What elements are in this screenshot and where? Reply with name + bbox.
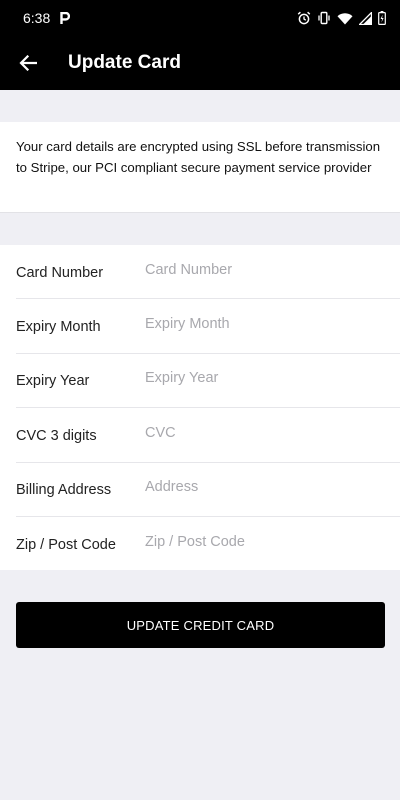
vibrate-icon: [317, 11, 331, 25]
app-bar: Update Card: [0, 36, 400, 90]
expiry-year-label: Expiry Year: [16, 373, 90, 390]
update-credit-card-button[interactable]: UPDATE CREDIT CARD: [16, 602, 385, 648]
wifi-icon: [337, 12, 353, 25]
expiry-year-input[interactable]: [145, 358, 400, 399]
billing-address-label: Billing Address: [16, 482, 112, 499]
signal-icon: [359, 11, 372, 25]
zip-code-input[interactable]: [145, 522, 400, 563]
back-button[interactable]: [0, 36, 56, 90]
alarm-icon: [297, 11, 311, 25]
billing-address-row: Billing Address: [16, 463, 400, 517]
expiry-month-label: Expiry Month: [16, 319, 101, 336]
card-number-label: Card Number: [16, 264, 104, 281]
card-number-input[interactable]: [145, 249, 400, 290]
page-title: Update Card: [68, 52, 181, 73]
billing-address-input[interactable]: [145, 467, 400, 508]
expiry-month-input[interactable]: [145, 304, 400, 345]
cvc-label: CVC 3 digits: [16, 427, 97, 444]
status-time: 6:38: [23, 10, 51, 26]
card-form: Card Number Expiry Month Expiry Year CVC…: [0, 245, 400, 570]
zip-code-label: Zip / Post Code: [16, 537, 116, 554]
battery-icon: [378, 11, 386, 25]
zip-code-row: Zip / Post Code: [16, 517, 400, 571]
card-number-row: Card Number: [16, 245, 400, 300]
arrow-left-icon: [19, 55, 37, 71]
expiry-month-row: Expiry Month: [16, 299, 400, 354]
expiry-year-row: Expiry Year: [16, 354, 400, 409]
cvc-input[interactable]: [145, 412, 400, 453]
encryption-notice: Your card details are encrypted using SS…: [0, 122, 400, 213]
status-bar: 6:38: [0, 0, 400, 36]
cvc-row: CVC 3 digits: [16, 408, 400, 463]
status-left: 6:38: [23, 10, 71, 26]
parking-icon: [60, 11, 71, 25]
status-right: [297, 11, 386, 25]
